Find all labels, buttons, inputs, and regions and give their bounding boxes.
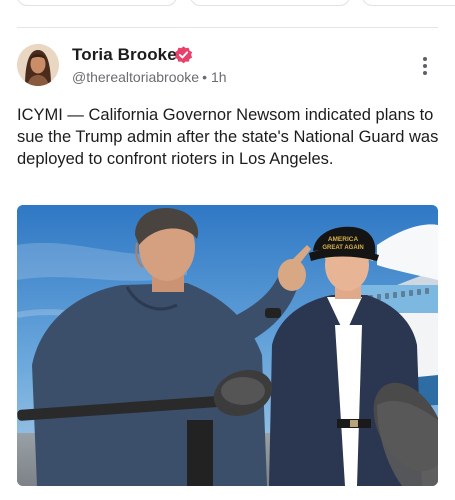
post-text: ICYMI — California Governor Newsom indic… [17, 106, 439, 168]
divider [17, 27, 438, 28]
author-handle[interactable]: @therealtoriabrooke [72, 69, 199, 85]
filter-chip[interactable] [362, 0, 455, 6]
post-image[interactable]: AMERICA GREAT AGAIN [17, 205, 438, 486]
more-vertical-icon[interactable] [416, 57, 434, 77]
avatar[interactable] [17, 44, 59, 86]
cap-text-line2: GREAT AGAIN [322, 245, 363, 251]
post-meta: @therealtoriabrooke • 1h [72, 69, 227, 85]
meta-separator: • [202, 69, 207, 85]
verified-badge-icon [173, 45, 194, 66]
cap-text-line1: AMERICA [328, 236, 359, 243]
author-name[interactable]: Toria Brooke [72, 45, 177, 65]
top-filter-chips [0, 0, 455, 6]
post-time[interactable]: 1h [211, 69, 227, 85]
filter-chip[interactable] [190, 0, 350, 6]
filter-chip[interactable] [17, 0, 177, 6]
